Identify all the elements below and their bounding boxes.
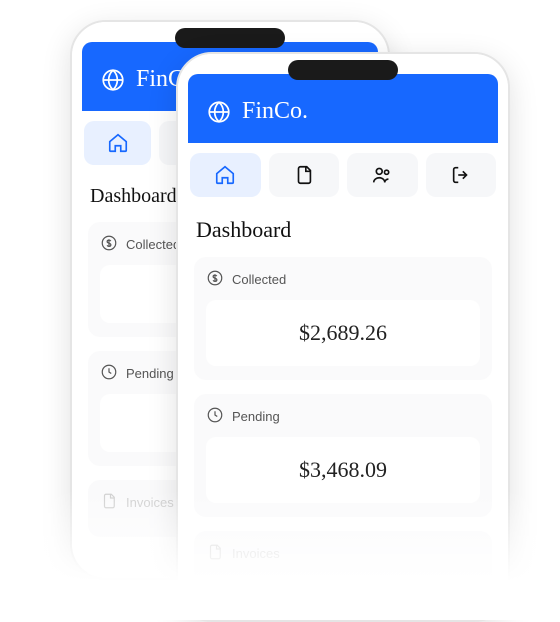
card-collected: Collected $2,689.26 <box>194 257 492 380</box>
card-label: Pending <box>232 409 280 424</box>
document-icon <box>206 543 224 564</box>
nav-people[interactable] <box>347 153 418 197</box>
brand-name: FinCo. <box>242 98 308 125</box>
page-title: Dashboard <box>196 217 492 243</box>
dollar-icon <box>206 269 224 290</box>
app-screen: FinCo. Dashboard Col <box>178 54 508 620</box>
clock-icon <box>100 363 118 384</box>
card-label: Pending <box>126 366 174 381</box>
nav-home[interactable] <box>84 121 151 165</box>
card-pending: Pending $3,468.09 <box>194 394 492 517</box>
dollar-icon <box>100 234 118 255</box>
card-value: $2,689.26 <box>206 300 480 366</box>
card-label: Invoices <box>232 546 280 561</box>
nav-home[interactable] <box>190 153 261 197</box>
card-label: Collected <box>232 272 286 287</box>
phone-notch <box>175 28 285 48</box>
card-label: Collected <box>126 237 180 252</box>
globe-icon <box>100 67 126 93</box>
nav-documents[interactable] <box>269 153 340 197</box>
content-area: Dashboard Collected $2,689.26 Pending <box>178 207 508 620</box>
app-header: FinCo. <box>188 74 498 143</box>
card-label: Invoices <box>126 495 174 510</box>
phone-notch <box>288 60 398 80</box>
phone-mockup-front: FinCo. Dashboard Col <box>176 52 510 622</box>
card-invoices: Invoices <box>194 531 492 588</box>
globe-icon <box>206 99 232 125</box>
clock-icon <box>206 406 224 427</box>
card-value: $3,468.09 <box>206 437 480 503</box>
nav-logout[interactable] <box>426 153 497 197</box>
document-icon <box>100 492 118 513</box>
nav-bar <box>178 143 508 207</box>
